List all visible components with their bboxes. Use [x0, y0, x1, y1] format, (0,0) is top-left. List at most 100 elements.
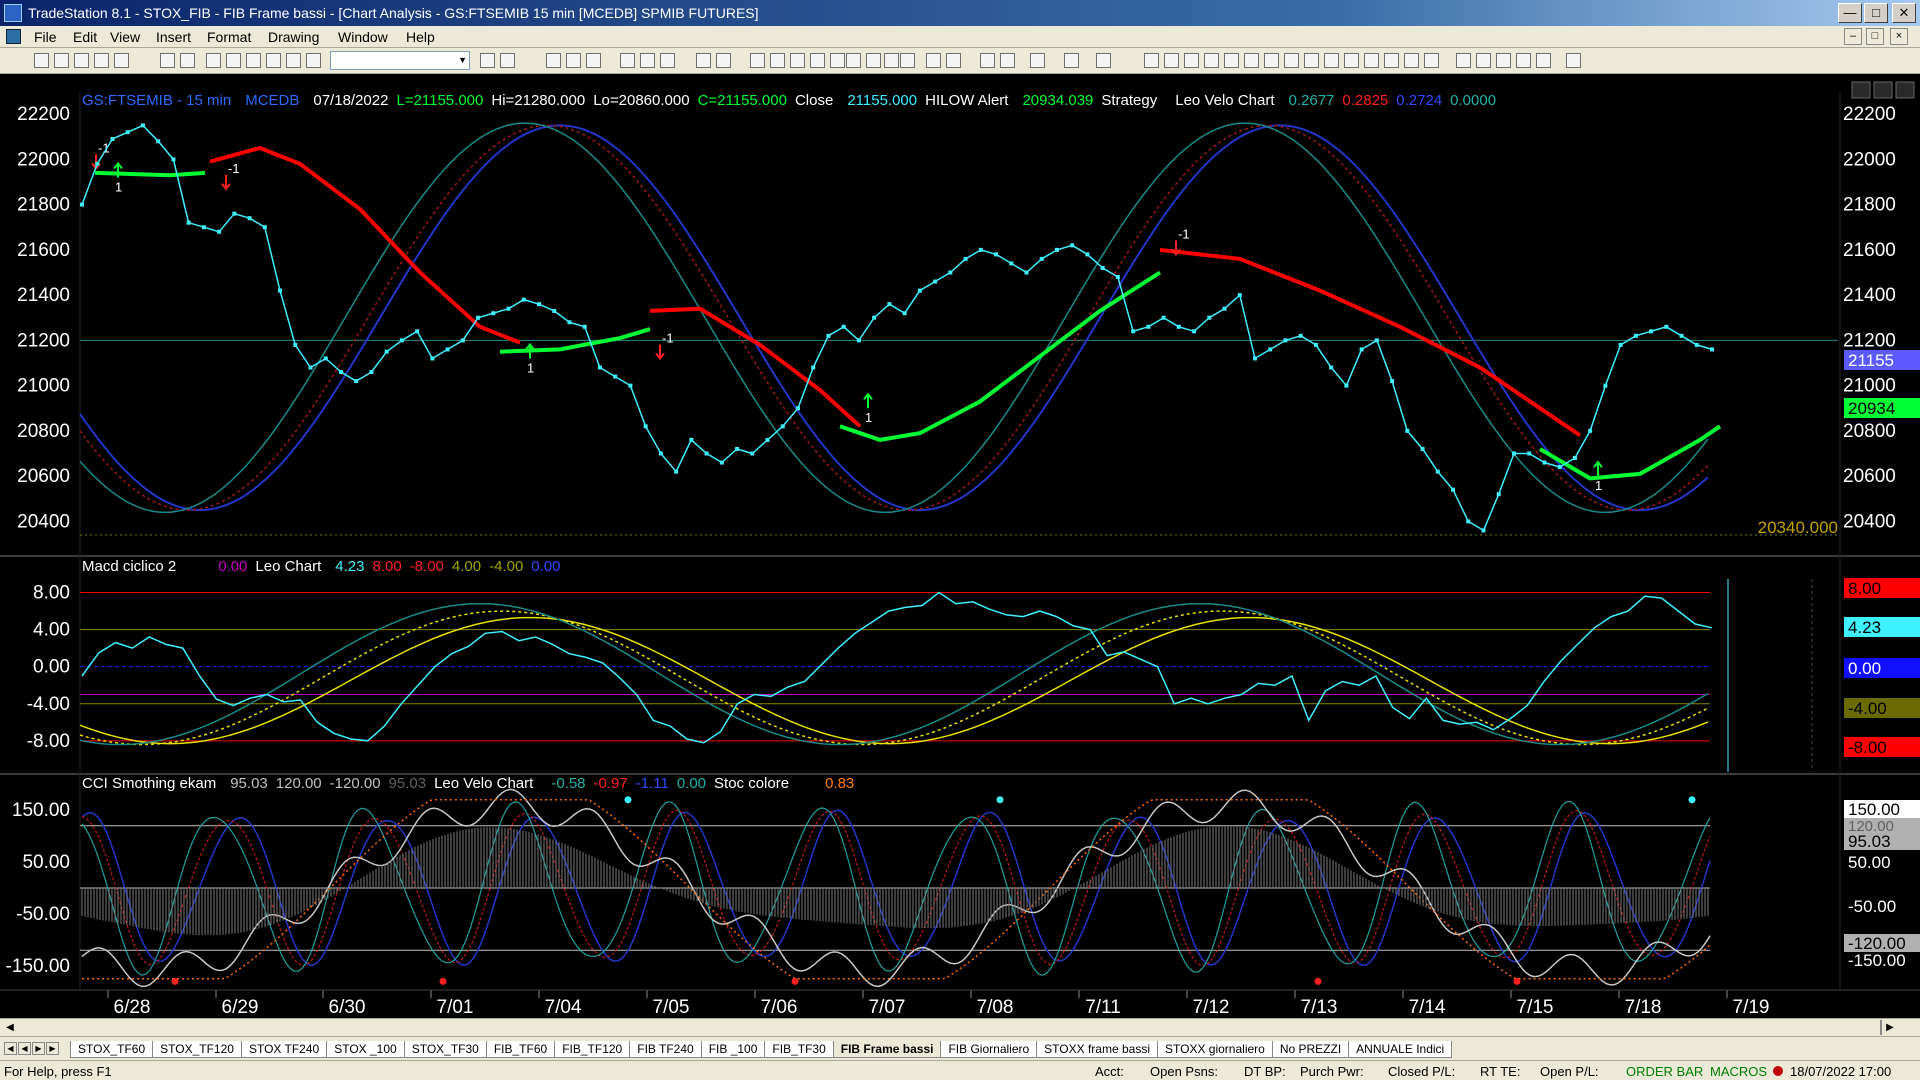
- sheet-tab[interactable]: FIB_TF30: [764, 1041, 834, 1058]
- vertical-line-icon[interactable]: [1204, 53, 1219, 68]
- arc-icon[interactable]: [1384, 53, 1399, 68]
- sheet-tab[interactable]: FIB Frame bassi: [832, 1041, 942, 1058]
- tools-icon[interactable]: [1030, 53, 1045, 68]
- pointer-icon[interactable]: [980, 53, 995, 68]
- menu-file[interactable]: File: [34, 29, 57, 45]
- scanner-icon[interactable]: [660, 53, 675, 68]
- sheet-tab[interactable]: STOX_TF120: [152, 1041, 242, 1058]
- menu-insert[interactable]: Insert: [156, 29, 191, 45]
- horizontal-scrollbar[interactable]: ◀ ▶: [0, 1018, 1920, 1036]
- go-arrow-icon[interactable]: [480, 53, 495, 68]
- menu-view[interactable]: View: [110, 29, 140, 45]
- tab-last-icon[interactable]: ▶: [46, 1042, 59, 1055]
- chart-window-icon[interactable]: [546, 53, 561, 68]
- sheet-tab[interactable]: FIB_TF60: [485, 1041, 556, 1058]
- symbol-lookup-icon[interactable]: [500, 53, 515, 68]
- close-button[interactable]: ✕: [1892, 3, 1916, 23]
- portfolio-icon[interactable]: [696, 53, 711, 68]
- sheet-tab[interactable]: STOX_TF60: [70, 1041, 154, 1058]
- symbol-combo-box[interactable]: ▼: [330, 51, 470, 70]
- open-icon[interactable]: [54, 53, 69, 68]
- percent-icon[interactable]: [1404, 53, 1419, 68]
- freehand-icon[interactable]: [1456, 53, 1471, 68]
- menu-window[interactable]: Window: [338, 29, 388, 45]
- matrix-icon[interactable]: [586, 53, 601, 68]
- arrow-tool-icon[interactable]: [1344, 53, 1359, 68]
- menu-drawing[interactable]: Drawing: [268, 29, 319, 45]
- news-icon[interactable]: [620, 53, 635, 68]
- radar-screen-icon[interactable]: [566, 53, 581, 68]
- data-window-icon[interactable]: [830, 53, 845, 68]
- arrow-up-tool-icon[interactable]: [1496, 53, 1511, 68]
- print-icon[interactable]: [180, 53, 195, 68]
- mdi-minimize-button[interactable]: –: [1844, 28, 1862, 45]
- macro-icon[interactable]: [1064, 53, 1079, 68]
- sheet-tab[interactable]: STOXX frame bassi: [1036, 1041, 1158, 1058]
- sheet-tab[interactable]: STOX _100: [326, 1041, 405, 1058]
- chevron-down-icon[interactable]: ▼: [458, 55, 467, 65]
- gann-fan-icon[interactable]: [1264, 53, 1279, 68]
- ellipse-icon[interactable]: [1516, 53, 1531, 68]
- bar-chart-icon[interactable]: [750, 53, 765, 68]
- scroll-left-icon[interactable]: ◀: [2, 1020, 18, 1035]
- rectangle-icon[interactable]: [1536, 53, 1551, 68]
- insert-analysis-icon[interactable]: [810, 53, 825, 68]
- menu-help[interactable]: Help: [406, 29, 435, 45]
- tab-first-icon[interactable]: ◀: [4, 1042, 17, 1055]
- chart-doc-icon[interactable]: [6, 29, 21, 44]
- order-bar-button[interactable]: ORDER BAR: [1626, 1064, 1703, 1079]
- sheet-tab[interactable]: FIB _100: [700, 1041, 766, 1058]
- chart-analysis-window[interactable]: -1 1 -1 1 -1 1 -1 1 22200 22200 22000 22000 21800 21…: [0, 74, 1920, 1018]
- save-all-icon[interactable]: [114, 53, 129, 68]
- new-icon[interactable]: [34, 53, 49, 68]
- drag-icon[interactable]: [1000, 53, 1015, 68]
- andrews-pitchfork-icon[interactable]: [1244, 53, 1259, 68]
- line-chart-icon[interactable]: [790, 53, 805, 68]
- chart-canvas[interactable]: -11-11-11-11 22200 2220022000 2200021800 21…: [0, 74, 1920, 1018]
- scroll-thumb[interactable]: [1880, 1020, 1882, 1035]
- strategy-icon[interactable]: [716, 53, 731, 68]
- text-tool-icon[interactable]: [1566, 53, 1581, 68]
- minimize-button[interactable]: —: [1838, 3, 1862, 23]
- print-preview-icon[interactable]: [160, 53, 175, 68]
- cut-icon[interactable]: [206, 53, 221, 68]
- fibonacci-icon[interactable]: [1224, 53, 1239, 68]
- regression-icon[interactable]: [1324, 53, 1339, 68]
- sheet-tab[interactable]: FIB Giornaliero: [940, 1041, 1038, 1058]
- chart-restore-button[interactable]: [1873, 81, 1893, 99]
- horizontal-line-icon[interactable]: [1184, 53, 1199, 68]
- save-icon[interactable]: [94, 53, 109, 68]
- sheet-tab[interactable]: STOX_TF30: [403, 1041, 487, 1058]
- next-bar-icon[interactable]: [866, 53, 881, 68]
- colors-icon[interactable]: [306, 53, 321, 68]
- zoom-in-icon[interactable]: [926, 53, 941, 68]
- sheet-tab[interactable]: STOX TF240: [240, 1041, 328, 1058]
- scroll-right-icon[interactable]: ▶: [1882, 1020, 1898, 1035]
- tab-prev-icon[interactable]: ◀: [18, 1042, 31, 1055]
- mdi-close-button[interactable]: ×: [1890, 28, 1908, 45]
- copy-icon[interactable]: [226, 53, 241, 68]
- prev-bar-icon[interactable]: [846, 53, 861, 68]
- sheet-tab[interactable]: FIB_TF120: [554, 1041, 631, 1058]
- speed-lines-icon[interactable]: [1284, 53, 1299, 68]
- arrow-down-tool-icon[interactable]: [1476, 53, 1491, 68]
- brush-icon[interactable]: [1424, 53, 1439, 68]
- macros-button[interactable]: MACROS: [1710, 1064, 1767, 1079]
- trendline-icon[interactable]: [1164, 53, 1179, 68]
- maximize-button[interactable]: □: [1864, 3, 1888, 23]
- menu-format[interactable]: Format: [207, 29, 251, 45]
- chart-close-button[interactable]: [1895, 81, 1915, 99]
- chart-minimize-button[interactable]: [1851, 81, 1871, 99]
- sheet-tab[interactable]: ANNUALE Indici: [1348, 1041, 1453, 1058]
- cycle-lines-icon[interactable]: [1364, 53, 1379, 68]
- mdi-restore-button[interactable]: □: [1866, 28, 1884, 45]
- tab-next-icon[interactable]: ▶: [32, 1042, 45, 1055]
- paste-icon[interactable]: [266, 53, 281, 68]
- open-workspace-icon[interactable]: [74, 53, 89, 68]
- sheet-tab[interactable]: No PREZZI: [1271, 1041, 1350, 1058]
- menu-edit[interactable]: Edit: [73, 29, 97, 45]
- channel-icon[interactable]: [1304, 53, 1319, 68]
- crosshair-icon[interactable]: [1144, 53, 1159, 68]
- sheet-tab[interactable]: STOXX giornaliero: [1157, 1041, 1273, 1058]
- candle-chart-icon[interactable]: [770, 53, 785, 68]
